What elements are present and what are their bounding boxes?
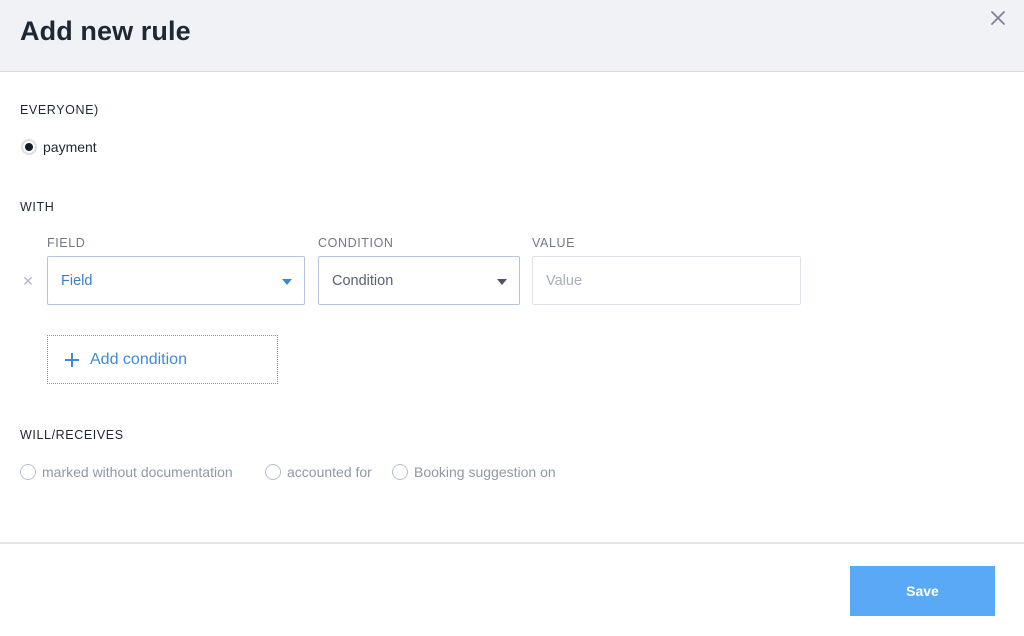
radio-option-payment[interactable]: payment bbox=[21, 139, 97, 155]
radio-option-accounted-for[interactable]: accounted for bbox=[265, 464, 372, 480]
who-section-label: EVERYONE) bbox=[20, 103, 99, 117]
save-button[interactable]: Save bbox=[850, 566, 995, 616]
condition-select-value: Condition bbox=[332, 273, 394, 289]
radio-option-booking-suggestion-on[interactable]: Booking suggestion on bbox=[392, 464, 556, 480]
value-column-label: VALUE bbox=[532, 236, 576, 250]
condition-column-label: CONDITION bbox=[318, 236, 394, 250]
radio-option-marked-without-documentation[interactable]: marked without documentation bbox=[20, 464, 233, 480]
radio-label: accounted for bbox=[287, 464, 372, 480]
field-select[interactable]: Field bbox=[47, 256, 305, 305]
dialog-header: Add new rule bbox=[0, 0, 1024, 72]
add-rule-dialog: Add new rule EVERYONE) payment WITH FIEL… bbox=[0, 0, 1024, 636]
with-section-label: WITH bbox=[20, 200, 55, 214]
remove-condition-icon[interactable]: ✕ bbox=[22, 273, 34, 289]
add-condition-button[interactable]: Add condition bbox=[47, 335, 278, 384]
value-input[interactable] bbox=[532, 256, 801, 305]
close-icon[interactable] bbox=[986, 6, 1010, 30]
radio-label: Booking suggestion on bbox=[414, 464, 556, 480]
chevron-down-icon bbox=[282, 279, 292, 285]
radio-button[interactable] bbox=[392, 464, 408, 480]
field-column-label: FIELD bbox=[47, 236, 86, 250]
radio-button[interactable] bbox=[20, 464, 36, 480]
field-select-value: Field bbox=[61, 273, 93, 289]
receives-section-label: WILL/RECEIVES bbox=[20, 428, 124, 442]
radio-label: payment bbox=[43, 139, 97, 155]
chevron-down-icon bbox=[497, 279, 507, 285]
footer-divider bbox=[0, 542, 1024, 544]
radio-label: marked without documentation bbox=[42, 464, 233, 480]
dialog-title: Add new rule bbox=[20, 16, 191, 46]
add-condition-label: Add condition bbox=[90, 350, 187, 368]
plus-icon bbox=[65, 352, 79, 367]
condition-select[interactable]: Condition bbox=[318, 256, 520, 305]
radio-button-checked[interactable] bbox=[21, 139, 37, 155]
radio-button[interactable] bbox=[265, 464, 281, 480]
